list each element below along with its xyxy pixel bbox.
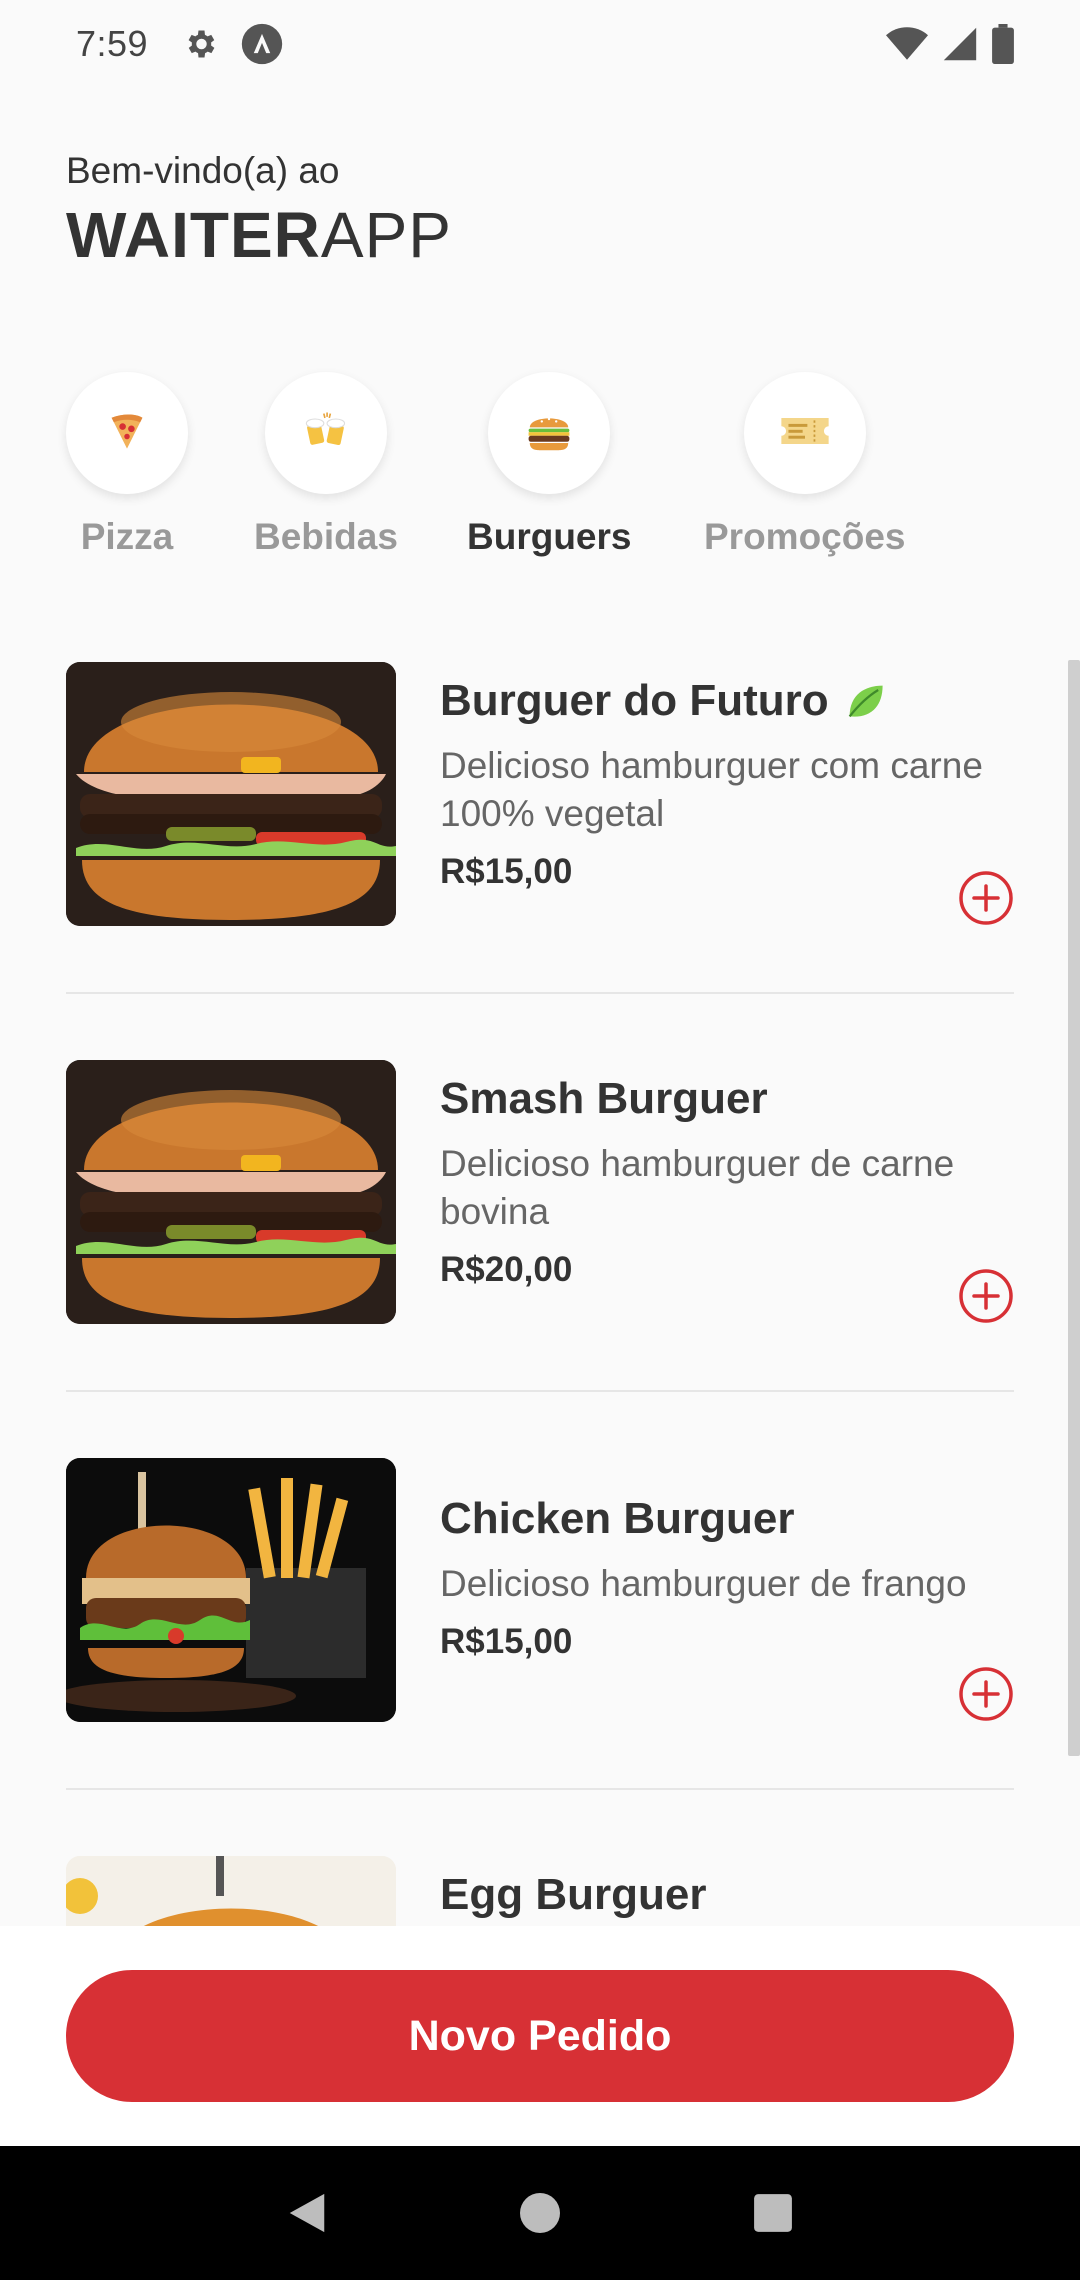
navigation-bar xyxy=(0,2146,1080,2280)
category-label: Burguers xyxy=(467,516,632,557)
gear-icon xyxy=(182,26,218,62)
category-icon-container xyxy=(264,372,387,494)
product-price: R$15,00 xyxy=(440,852,573,891)
add-to-order-plus-icon[interactable] xyxy=(958,1268,1014,1324)
brand-logo-text: WAITERAPP xyxy=(66,200,452,270)
category-icon-container xyxy=(743,372,866,494)
product-name: Burguer do Futuro xyxy=(440,676,1014,726)
product-name-text: Smash Burguer xyxy=(440,1074,768,1123)
pizza-icon xyxy=(105,409,149,458)
product-name-text: Chicken Burguer xyxy=(440,1494,795,1543)
product-item[interactable]: Egg Burguer xyxy=(66,1856,1014,1926)
footer: Novo Pedido xyxy=(0,1926,1080,2146)
welcome-text: Bem-vindo(a) ao xyxy=(66,150,340,191)
category-burguers[interactable]: Burguers xyxy=(467,372,631,558)
new-order-button[interactable]: Novo Pedido xyxy=(66,1970,1014,2102)
brand-bold: WAITER xyxy=(66,199,321,271)
leaf-icon xyxy=(843,679,887,723)
product-image xyxy=(66,662,396,926)
product-info: Burguer do Futuro Delicioso hamburguer c… xyxy=(440,662,1014,926)
category-label: Promoções xyxy=(704,516,906,557)
product-info: Chicken Burguer Delicioso hamburguer de … xyxy=(440,1458,1014,1722)
battery-icon xyxy=(992,24,1014,64)
category-label: Pizza xyxy=(80,516,174,557)
brand-light: APP xyxy=(320,199,452,271)
product-description: Delicioso hamburguer de frango xyxy=(440,1563,967,1604)
product-description: Delicioso hamburguer com carne 100% vege… xyxy=(440,745,983,834)
product-description: Delicioso hamburguer de carne bovina xyxy=(440,1143,955,1232)
add-to-order-plus-icon[interactable] xyxy=(958,1666,1014,1722)
android-icon xyxy=(240,22,284,66)
category-icon-container xyxy=(66,372,188,494)
product-price: R$20,00 xyxy=(440,1250,573,1289)
divider xyxy=(66,1788,1014,1790)
ticket-icon xyxy=(779,413,831,454)
category-promocoes[interactable]: Promoções xyxy=(704,372,906,558)
recents-icon[interactable] xyxy=(733,2173,813,2253)
category-list: Pizza Bebidas Burguers Promoções xyxy=(0,372,1080,572)
category-label: Bebidas xyxy=(254,516,398,557)
product-item[interactable]: Burguer do Futuro Delicioso hamburguer c… xyxy=(66,662,1014,1060)
product-name: Chicken Burguer xyxy=(440,1494,1014,1544)
product-image xyxy=(66,1856,396,1926)
home-icon[interactable] xyxy=(500,2173,580,2253)
product-image xyxy=(66,1458,396,1722)
product-info: Egg Burguer xyxy=(440,1856,1014,1926)
burger-icon xyxy=(525,408,573,459)
status-icons-left xyxy=(182,22,284,66)
add-to-order-plus-icon[interactable] xyxy=(958,870,1014,926)
divider xyxy=(66,1390,1014,1392)
product-name: Smash Burguer xyxy=(440,1074,1014,1124)
product-name-text: Egg Burguer xyxy=(440,1870,707,1919)
status-bar: 7:59 xyxy=(0,0,1080,88)
signal-icon xyxy=(942,26,978,62)
product-price: R$15,00 xyxy=(440,1622,573,1661)
category-bebidas[interactable]: Bebidas xyxy=(254,372,398,558)
product-list[interactable]: Burguer do Futuro Delicioso hamburguer c… xyxy=(66,662,1014,1926)
product-image xyxy=(66,1060,396,1324)
scrollbar[interactable] xyxy=(1068,660,1080,1756)
product-name-text: Burguer do Futuro xyxy=(440,676,829,725)
back-icon[interactable] xyxy=(267,2173,347,2253)
category-icon-container xyxy=(488,372,611,494)
wifi-icon xyxy=(886,26,928,62)
product-item[interactable]: Smash Burguer Delicioso hamburguer de ca… xyxy=(66,1060,1014,1458)
category-pizza[interactable]: Pizza xyxy=(66,372,188,558)
status-time: 7:59 xyxy=(76,23,149,64)
product-name: Egg Burguer xyxy=(440,1870,1014,1920)
divider xyxy=(66,992,1014,994)
product-info: Smash Burguer Delicioso hamburguer de ca… xyxy=(440,1060,1014,1324)
product-item[interactable]: Chicken Burguer Delicioso hamburguer de … xyxy=(66,1458,1014,1856)
status-icons-right xyxy=(886,24,1014,64)
beer-mugs-icon xyxy=(302,409,350,458)
